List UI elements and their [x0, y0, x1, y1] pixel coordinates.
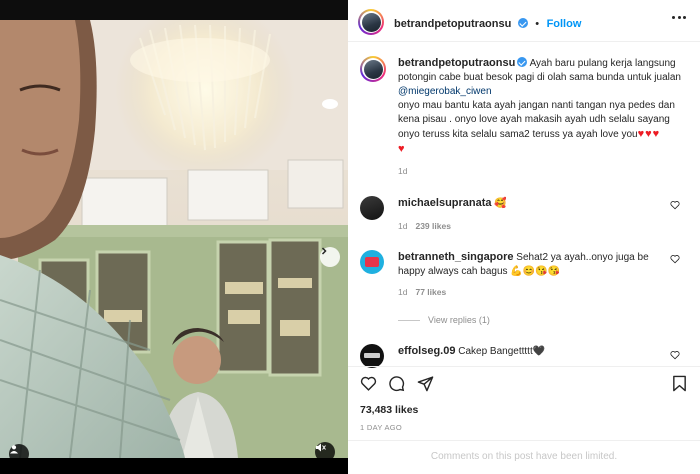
- like-comment-icon[interactable]: [670, 254, 680, 264]
- like-comment-icon[interactable]: [670, 200, 680, 210]
- verified-icon: [517, 57, 528, 67]
- video-frame-illustration: [0, 20, 348, 458]
- mute-icon: [316, 443, 326, 452]
- action-bar: [348, 366, 700, 396]
- user-tag-icon: [10, 445, 18, 454]
- save-icon[interactable]: [672, 375, 687, 392]
- commenter-avatar[interactable]: [360, 250, 384, 274]
- next-media-button[interactable]: [320, 247, 340, 267]
- commenter-avatar[interactable]: [360, 196, 384, 220]
- post-date[interactable]: 1 DAY AGO: [360, 423, 402, 432]
- mute-button[interactable]: [315, 442, 335, 458]
- caption-heart: ♥: [398, 143, 406, 155]
- post-media[interactable]: [0, 20, 348, 458]
- commenter-username[interactable]: michaelsupranata: [398, 197, 492, 209]
- caption-text-continued: onyo mau bantu kata ayah jangan nanti ta…: [398, 100, 675, 140]
- comment-text: Cakep Bangettttt🖤: [455, 346, 546, 357]
- comments-limited-notice: Comments on this post have been limited.: [348, 440, 700, 474]
- like-icon[interactable]: [360, 375, 377, 392]
- post-details-panel: betrandpetoputraonsu • Follow betrandpet…: [348, 0, 700, 474]
- author-avatar[interactable]: [358, 9, 384, 35]
- verified-icon: [517, 18, 528, 28]
- comment-icon[interactable]: [388, 375, 405, 392]
- caption-timestamp[interactable]: 1d: [398, 166, 407, 176]
- like-count[interactable]: 73,483 likes: [360, 404, 418, 416]
- commenter-username[interactable]: betranneth_singapore: [398, 251, 514, 263]
- tagged-users-button[interactable]: [9, 444, 29, 458]
- divider-line: [398, 319, 420, 321]
- author-username[interactable]: betrandpetoputraonsu: [394, 18, 511, 30]
- next-arrow-icon: [321, 247, 327, 255]
- caption-hearts: ♥♥♥: [637, 128, 661, 140]
- caption-mention-link[interactable]: @miegerobak_ciwen: [398, 86, 492, 97]
- more-icon[interactable]: [672, 16, 686, 20]
- window-frame: betrandpetoputraonsu • Follow betrandpet…: [0, 0, 700, 474]
- caption-author-avatar[interactable]: [360, 56, 386, 82]
- comment-timestamp[interactable]: 1d: [398, 287, 407, 297]
- comment-like-count[interactable]: 77 likes: [415, 287, 446, 297]
- caption-username[interactable]: betrandpetoputraonsu: [398, 57, 515, 69]
- follow-button[interactable]: Follow: [547, 18, 582, 30]
- like-comment-icon[interactable]: [670, 350, 680, 360]
- view-replies-button[interactable]: View replies (1): [398, 315, 490, 325]
- post-header: betrandpetoputraonsu • Follow: [348, 0, 700, 42]
- share-icon[interactable]: [417, 375, 434, 392]
- comment-like-count[interactable]: 239 likes: [415, 221, 450, 231]
- view-replies-label: View replies (1): [428, 315, 490, 325]
- commenter-avatar[interactable]: [360, 344, 384, 368]
- comment-timestamp[interactable]: 1d: [398, 221, 407, 231]
- comment-text: 🥰: [491, 198, 507, 209]
- commenter-username[interactable]: effolseg.09: [398, 345, 455, 357]
